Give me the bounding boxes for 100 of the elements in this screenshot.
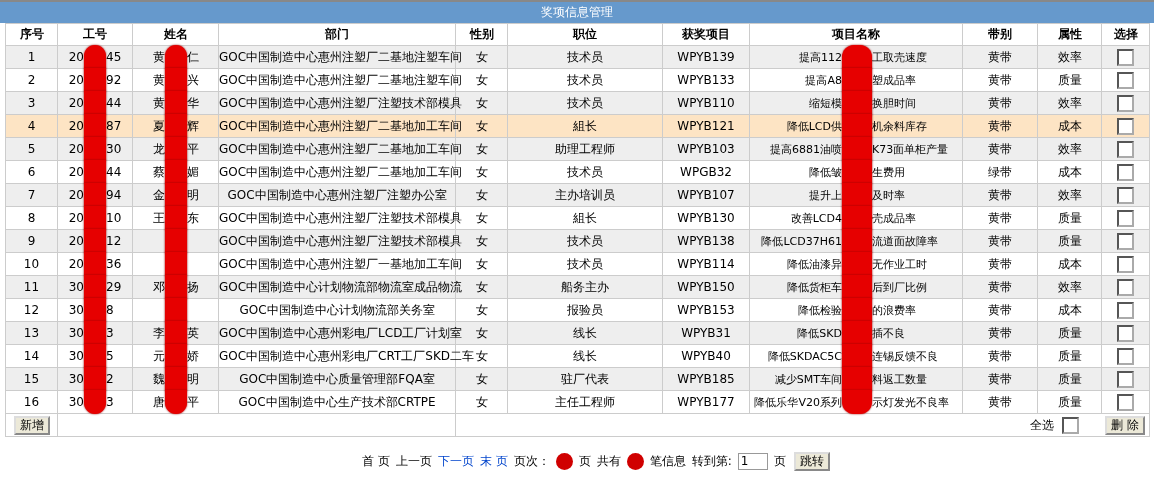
table-cell: 45 (106, 50, 122, 64)
table-cell: 黄带 (988, 256, 1012, 271)
table-cell: GOC中国制造中心惠州注塑厂一基地加工车间 (219, 256, 463, 271)
table-cell: 降低乐华V20系列 (754, 394, 842, 410)
table-cell: GOC中国制造中心惠州注塑厂注塑技术部模具 (219, 233, 463, 248)
table-row[interactable]: 13 30 3 李 英 GOC中国制造中心惠州彩电厂LCD工厂计划室 女 线长 WPYB31 降低SKD 插不良 黄带 质量 (5, 321, 1150, 345)
row-checkbox[interactable] (1117, 324, 1134, 342)
row-checkbox[interactable] (1117, 48, 1134, 66)
table-cell: 8 (106, 303, 114, 317)
redaction-mark (555, 452, 573, 470)
table-cell: 女 (475, 279, 488, 294)
table-row[interactable]: 1 20 45 黄 仁 GOC中国制造中心惠州注塑厂二基地注塑车间 女 技术员 WPYB139 提高112 工取壳速度 黄带 效率 (5, 45, 1150, 69)
table-row[interactable]: 16 30 3 唐 平 GOC中国制造中心生产技术部CRTPE 女 主任工程师 WPYB177 降低乐华V20系列 示灯发光不良率 黄带 质量 (5, 390, 1150, 414)
table-cell: 20 (68, 73, 84, 87)
table-cell: 女 (475, 49, 488, 64)
row-checkbox[interactable] (1117, 117, 1134, 135)
table-cell: 流道面故障率 (872, 233, 938, 249)
delete-button[interactable]: 删 除 (1105, 415, 1145, 435)
row-checkbox[interactable] (1117, 209, 1134, 227)
table-cell: 20 (68, 119, 84, 133)
table-cell: 女 (475, 325, 488, 340)
table-row[interactable]: 15 30 2 魏 明 GOC中国制造中心质量管理部FQA室 女 驻厂代表 WPYB185 减少SMT车间 料返工数量 黄带 质量 (5, 367, 1150, 391)
table-cell: WPYB107 (677, 188, 735, 202)
table-cell: 元 (152, 347, 165, 365)
jump-button[interactable]: 跳转 (793, 451, 830, 471)
pager-link[interactable]: 末 页 (479, 452, 508, 470)
row-checkbox[interactable] (1117, 347, 1134, 365)
table-cell: WPYB150 (677, 280, 735, 294)
row-checkbox[interactable] (1117, 393, 1134, 411)
table-cell: 2 (106, 372, 114, 386)
table-cell: 黄 (152, 94, 165, 112)
table-cell: GOC中国制造中心惠州注塑厂注塑办公室 (227, 187, 447, 202)
table-cell: 降低皱 (809, 164, 842, 180)
row-checkbox[interactable] (1117, 94, 1134, 112)
table-row[interactable]: 2 20 92 黄 兴 GOC中国制造中心惠州注塑厂二基地注塑车间 女 技术员 WPYB133 提高A8 塑成品率 黄带 质量 (5, 68, 1150, 92)
row-checkbox[interactable] (1117, 140, 1134, 158)
table-row[interactable]: 8 20 10 王 东 GOC中国制造中心惠州注塑厂注塑技术部模具 女 組长 WPYB130 改善LCD4 壳成品率 黄带 质量 (5, 206, 1150, 230)
redaction-mark (164, 68, 187, 92)
row-checkbox[interactable] (1117, 186, 1134, 204)
row-checkbox[interactable] (1117, 301, 1134, 319)
table-cell: WPYB121 (677, 119, 735, 133)
table-cell: GOC中国制造中心惠州注塑厂注塑技术部模具 (219, 210, 463, 225)
table-cell: 降低SKD (797, 325, 842, 341)
table-cell: 生费用 (872, 164, 905, 180)
table-cell: 36 (106, 257, 122, 271)
table-cell: 女 (475, 95, 488, 110)
table-cell: 1 (27, 50, 36, 64)
row-checkbox[interactable] (1117, 163, 1134, 181)
table-cell: 黄带 (988, 302, 1012, 317)
redaction-mark (84, 229, 106, 253)
table-cell: 黄带 (988, 210, 1012, 225)
row-checkbox[interactable] (1117, 71, 1134, 89)
table-cell: 黄带 (988, 348, 1012, 363)
table-cell: 黄带 (988, 233, 1012, 248)
row-checkbox[interactable] (1117, 278, 1134, 296)
row-checkbox[interactable] (1117, 232, 1134, 250)
table-cell: 娇 (186, 347, 199, 365)
redaction-mark (84, 206, 106, 230)
table-cell: 报验员 (567, 302, 603, 317)
table-cell: GOC中国制造中心惠州注塑厂二基地加工车间 (219, 118, 463, 133)
table-cell: 黄带 (988, 279, 1012, 294)
table-cell: 技术员 (567, 233, 603, 248)
table-cell: 92 (106, 73, 122, 87)
table-row[interactable]: 3 20 44 黄 华 GOC中国制造中心惠州注塑厂注塑技术部模具 女 技术员 WPYB110 缩短模 换胆时间 黄带 效率 (5, 91, 1150, 115)
table-cell: 机余料库存 (872, 118, 927, 134)
table-row[interactable]: 11 30 29 邓 扬 GOC中国制造中心计划物流部物流室成品物流 女 船务主办 WPYB150 降低货柜车 后到厂比例 黄带 效率 (5, 275, 1150, 299)
table-cell: GOC中国制造中心计划物流部关务室 (239, 302, 435, 317)
table-row[interactable]: 5 20 30 龙 平 GOC中国制造中心惠州注塑厂二基地加工车间 女 助理工程师 WPYB103 提高6881油喷 K73面单柜产量 黄带 效率 (5, 137, 1150, 161)
table-row[interactable]: 7 20 94 金 明 GOC中国制造中心惠州注塑厂注塑办公室 女 主办培训员 WPYB107 提升上 及时率 黄带 效率 (5, 183, 1150, 207)
row-checkbox[interactable] (1117, 255, 1134, 273)
table-row[interactable]: 4 20 87 夏 辉 GOC中国制造中心惠州注塑厂二基地加工车间 女 組长 WPYB121 降低LCD供 机余料库存 黄带 成本 (5, 114, 1150, 138)
table-row[interactable]: 14 30 5 元 娇 GOC中国制造中心惠州彩电厂CRT工厂SKD二车女 线长 WPYB40 降低SKDAC5C 连锡反馈不良 黄带 质量 (5, 344, 1150, 368)
column-header: 属性 (1057, 27, 1082, 41)
table-row[interactable]: 6 20 44 蔡 媚 GOC中国制造中心惠州注塑厂二基地加工车间 女 技术员 WPGB32 降低皱 生费用 绿带 成本 (5, 160, 1150, 184)
table-cell: WPYB153 (677, 303, 735, 317)
table-row[interactable]: 12 30 8 GOC中国制造中心计划物流部关务室 女 报验员 WPYB153 降低检验 的浪费率 黄带 成本 (5, 298, 1150, 322)
pager-link[interactable]: 下一页 (437, 452, 474, 470)
table-cell: 20 (68, 211, 84, 225)
table-cell: 組长 (573, 210, 597, 225)
table-cell: WPGB32 (680, 165, 732, 179)
table-row[interactable]: 10 20 36 GOC中国制造中心惠州注塑厂一基地加工车间 女 技术员 WPYB114 降低油漆异 无作业工时 黄带 成本 (5, 252, 1150, 276)
table-cell: 质量 (1057, 233, 1082, 248)
table-cell: 线长 (573, 325, 597, 340)
redaction-mark (84, 321, 106, 345)
table-cell: 30 (106, 142, 122, 156)
column-header: 性别 (469, 27, 494, 41)
row-checkbox[interactable] (1117, 370, 1134, 388)
add-button[interactable]: 新增 (13, 415, 50, 435)
redaction-mark (842, 68, 872, 92)
redaction-mark (842, 298, 872, 322)
table-cell: 4 (27, 119, 36, 133)
table-cell: WPYB40 (681, 349, 731, 363)
redaction-mark (84, 91, 106, 115)
table-cell: 质量 (1057, 325, 1082, 340)
table-cell: 3 (106, 326, 114, 340)
table-row[interactable]: 9 20 12 GOC中国制造中心惠州注塑厂注塑技术部模具 女 技术员 WPYB138 降低LCD37H61 流道面故障率 黄带 质量 (5, 229, 1150, 253)
select-all-checkbox[interactable] (1062, 416, 1080, 434)
redaction-mark (164, 91, 187, 115)
table-cell: 主任工程师 (555, 394, 615, 409)
page-input[interactable]: 1 (737, 452, 768, 470)
